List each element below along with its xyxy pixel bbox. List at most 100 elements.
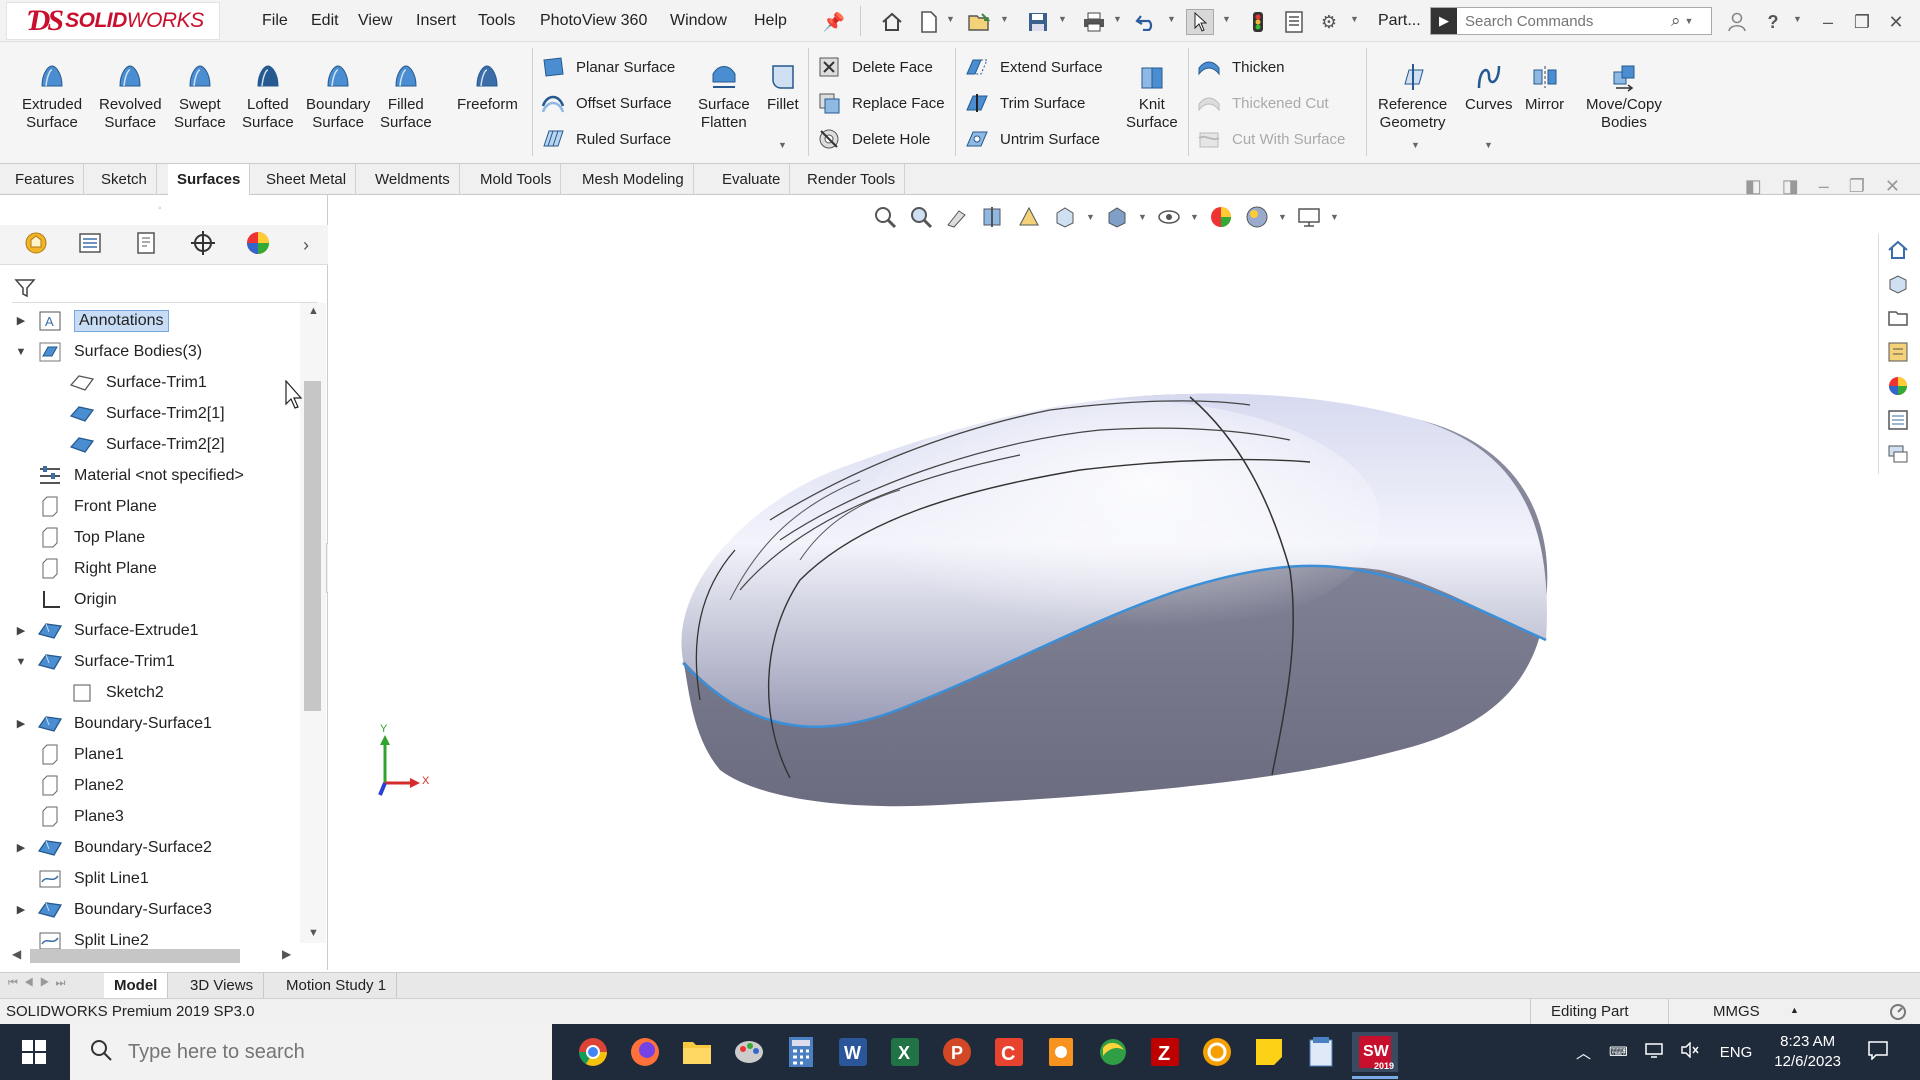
view-orientation-icon[interactable] [1050,202,1080,232]
extruded-surface-button[interactable]: Extruded Surface [22,62,82,132]
doc-minimize-icon[interactable]: – [1819,176,1829,197]
pane-grip-icon[interactable]: ◦ [158,203,162,214]
tree-item[interactable]: ▶ A Annotations [14,305,169,336]
pin-icon[interactable]: 📌 [820,9,848,35]
chevron-right-icon[interactable]: ▶ [14,717,28,730]
custom-properties-icon[interactable] [1883,404,1913,436]
chevron-right-icon[interactable]: ▶ [14,841,28,854]
offset-surface-button[interactable]: Offset Surface [540,90,672,116]
chevron-down-icon[interactable]: ▼ [1190,212,1200,222]
fillet-button[interactable]: Fillet [767,62,799,114]
chevron-down-icon[interactable]: ▼ [1167,14,1176,24]
tab-sheet-metal[interactable]: Sheet Metal [257,164,357,195]
chevron-up-icon[interactable]: ▲ [1790,1005,1799,1015]
tree-item[interactable]: ▶Plane3 [14,801,124,832]
reference-geometry-button[interactable]: Reference Geometry [1378,62,1447,132]
scroll-right-icon[interactable]: ▶ [282,947,291,961]
filezilla-icon[interactable]: Z [1142,1032,1188,1072]
scroll-left-icon[interactable]: ◀ [12,947,21,961]
tree-item[interactable]: ▶Origin [14,584,117,615]
chevron-down-icon[interactable]: ▼ [1411,140,1420,150]
chevron-down-icon[interactable]: ▼ [778,140,787,150]
tab-features[interactable]: Features [6,164,85,195]
feature-manager-tab[interactable] [16,229,56,261]
menu-help[interactable]: Help [754,12,787,30]
tree-horizontal-scrollbar[interactable]: ◀ ▶ [8,945,298,967]
file-properties-icon[interactable] [1280,9,1308,35]
chevron-down-icon[interactable]: ▼ [14,346,28,358]
menu-file[interactable]: File [262,12,288,30]
language-indicator[interactable]: ENG [1720,1044,1753,1061]
scroll-down-icon[interactable]: ▼ [308,927,319,939]
powerpoint-icon[interactable]: P [934,1032,980,1072]
filter-icon[interactable] [14,277,36,303]
show-hidden-icons-chevron-icon[interactable]: ︿ [1576,1042,1591,1063]
network-icon[interactable] [1644,1042,1664,1062]
tree-item[interactable]: ▼ Surface-Trim1 [14,646,175,677]
app-blue-icon[interactable] [1298,1032,1344,1072]
chevron-down-icon[interactable]: ▼ [1330,212,1340,222]
chevron-down-icon[interactable]: ▼ [1222,14,1231,24]
document-name[interactable]: Part... [1378,12,1421,30]
move-copy-bodies-button[interactable]: Move/Copy Bodies [1586,62,1662,132]
open-folder-icon[interactable] [966,9,994,35]
traffic-light-icon[interactable] [1244,9,1272,35]
chevron-right-icon[interactable]: › [288,229,324,261]
save-icon[interactable] [1024,9,1052,35]
revolved-surface-button[interactable]: Revolved Surface [99,62,162,132]
boundary-surface-button[interactable]: Boundary Surface [306,62,370,132]
tab-motion-study-1[interactable]: Motion Study 1 [276,973,398,998]
tile-right-icon[interactable]: ◨ [1782,176,1799,197]
mouse-surface-model[interactable] [328,195,1878,970]
close-icon[interactable]: ✕ [1882,9,1910,35]
firefox-icon[interactable] [622,1032,668,1072]
chevron-down-icon[interactable]: ▼ [14,656,28,668]
taskbar-search-input[interactable] [128,1040,488,1064]
chevron-down-icon[interactable]: ▼ [1138,212,1148,222]
menu-edit[interactable]: Edit [311,12,339,30]
cut-with-surface-button[interactable]: Cut With Surface [1196,126,1345,152]
chevron-down-icon[interactable]: ▼ [946,14,955,24]
app-green-icon[interactable] [1090,1032,1136,1072]
chevron-right-icon[interactable]: ▶ [14,624,28,637]
edit-appearance-icon[interactable] [1206,202,1236,232]
restore-icon[interactable]: ❐ [1848,9,1876,35]
ruled-surface-button[interactable]: Ruled Surface [540,126,671,152]
tree-item[interactable]: ▶ Boundary-Surface3 [14,894,212,925]
tree-item[interactable]: ▶ Surface-Extrude1 [14,615,199,646]
clock[interactable]: 8:23 AM 12/6/2023 [1774,1032,1841,1072]
windows-start-icon[interactable] [22,1040,46,1064]
tree-item[interactable]: ▶Front Plane [14,491,157,522]
tab-model[interactable]: Model [104,973,169,998]
h-scroll-thumb[interactable] [30,949,240,963]
select-cursor-icon[interactable] [1186,9,1214,35]
tab-mesh-modeling[interactable]: Mesh Modeling [573,164,694,195]
word-icon[interactable]: W [830,1032,876,1072]
chevron-down-icon[interactable]: ▼ [1350,14,1359,24]
filled-surface-button[interactable]: Filled Surface [380,62,432,132]
menu-tools[interactable]: Tools [478,12,515,30]
tree-item[interactable]: ▶Plane1 [14,739,124,770]
delete-face-button[interactable]: Delete Face [816,54,933,80]
search-icon[interactable]: ⌕ [1671,11,1681,31]
volume-muted-icon[interactable] [1680,1041,1700,1062]
curves-button[interactable]: Curves [1465,62,1513,114]
zoom-to-area-icon[interactable] [906,202,936,232]
property-manager-tab[interactable] [70,229,110,261]
tree-item[interactable]: ▶Split Line1 [14,863,149,894]
tree-item[interactable]: ▶Material <not specified> [14,460,244,491]
tree-item[interactable]: ▼ Surface Bodies(3) [14,336,202,367]
app-orange-icon[interactable] [1038,1032,1084,1072]
extend-surface-button[interactable]: Extend Surface [964,54,1103,80]
knit-surface-button[interactable]: Knit Surface [1126,62,1178,132]
menu-view[interactable]: View [358,12,392,30]
view-palette-icon[interactable] [1883,336,1913,368]
tab-evaluate[interactable]: Evaluate [713,164,791,195]
new-document-icon[interactable] [915,9,943,35]
freeform-button[interactable]: Freeform [457,62,518,114]
chrome-icon[interactable] [570,1032,616,1072]
solidworks-icon[interactable]: SW 2019 [1352,1032,1398,1072]
tab-3d-views[interactable]: 3D Views [180,973,265,998]
planar-surface-button[interactable]: Planar Surface [540,54,675,80]
gear-icon[interactable]: ⚙ [1315,9,1343,35]
